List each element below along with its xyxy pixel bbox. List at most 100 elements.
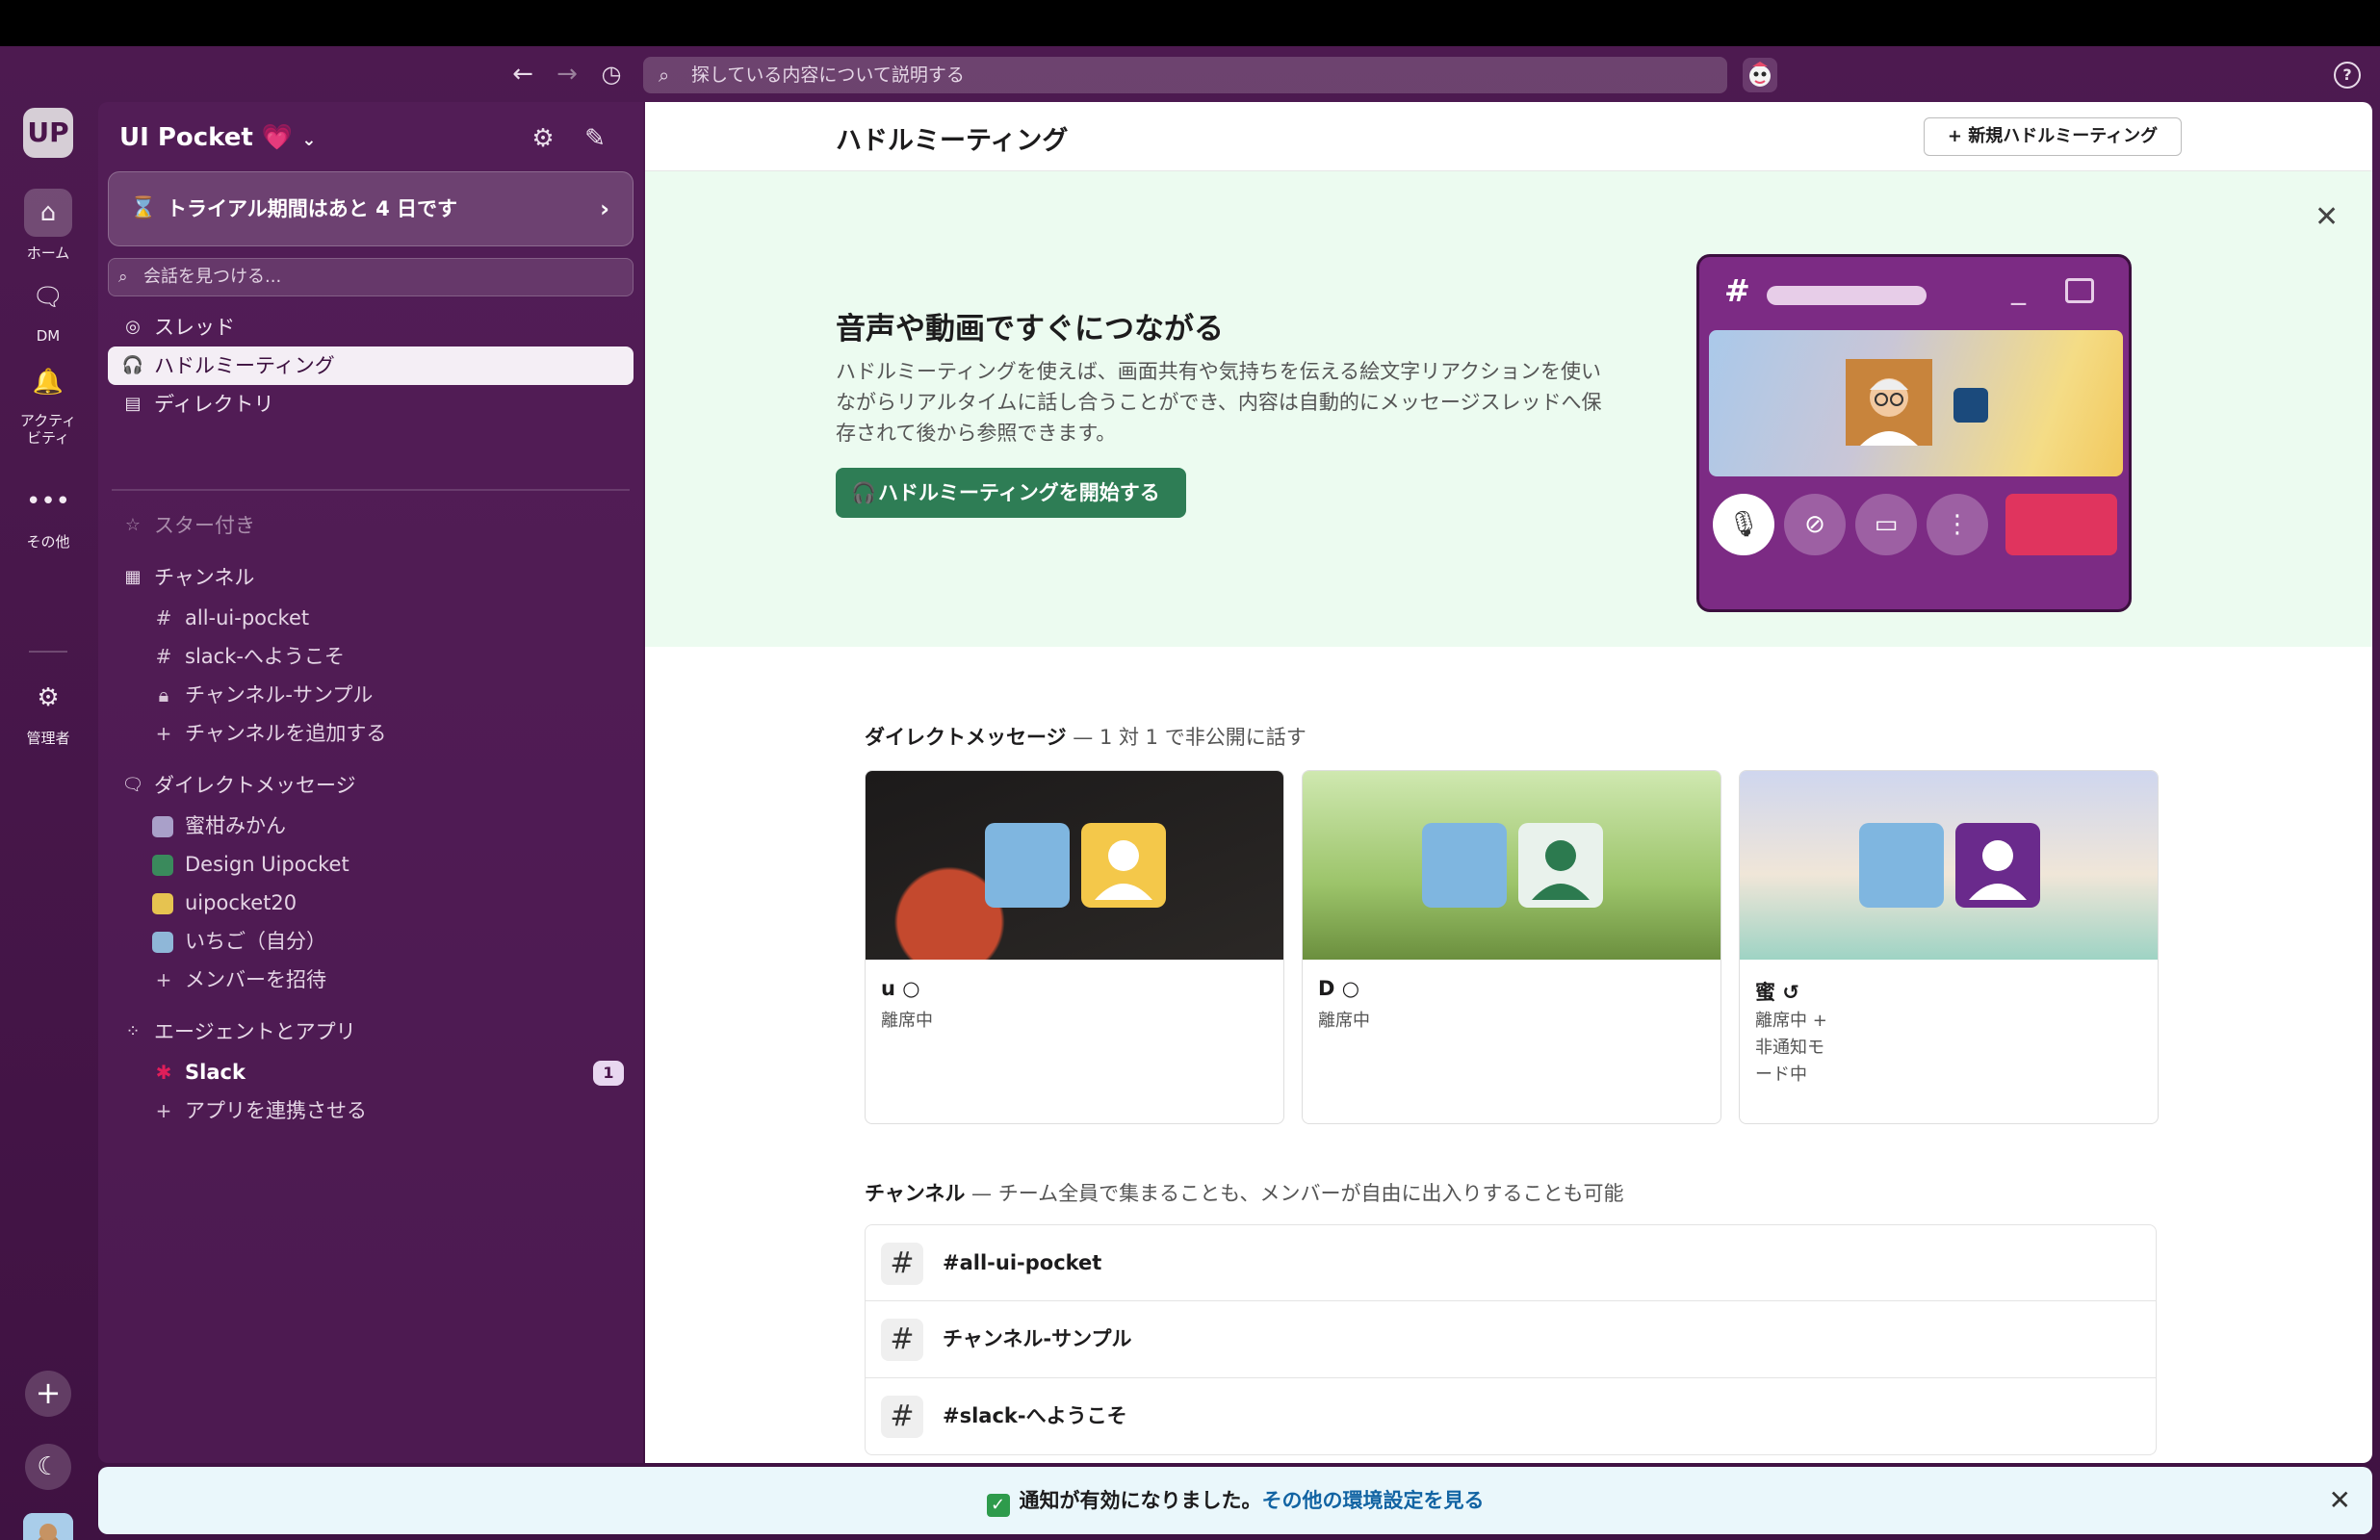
new-huddle-button[interactable]: + 新規ハドルミーティング <box>1924 117 2182 156</box>
dm-header-label: ダイレクトメッセージ <box>154 774 356 797</box>
sidebar: UI Pocket 💗 ⌄ ⚙ ✎ ⌛ トライアル期間はあと 4 日です › ⌕… <box>98 102 643 1463</box>
search-icon: ⌕ <box>659 64 670 87</box>
find-icon: ⌕ <box>118 268 128 287</box>
main-panel: ハドルミーティング + 新規ハドルミーティング ✕ 音声や動画ですぐにつながる … <box>645 102 2372 1463</box>
illustration-title-bar <box>1767 286 1927 305</box>
channel-item[interactable]: # slack-へようこそ <box>108 639 634 674</box>
settings-icon[interactable]: ⚙ <box>526 121 560 156</box>
leave-button-illustration <box>2005 494 2117 555</box>
channel-row[interactable]: # #slack-へようこそ <box>865 1378 2157 1455</box>
huddle-illustration: # _ 🎙 ⊘ ▭ ⋮ <box>1696 254 2132 612</box>
start-huddle-button[interactable]: 🎧 ハドルミーティングを開始する <box>836 468 1186 518</box>
illustration-video <box>1709 330 2123 476</box>
close-icon[interactable]: ✕ <box>2329 1467 2351 1534</box>
dm-item[interactable]: いちご（自分） <box>108 924 634 959</box>
headphones-icon: 🎧 <box>851 481 877 504</box>
gear-icon: ⚙ <box>37 683 60 712</box>
assistant-avatar[interactable] <box>1743 58 1777 92</box>
rail-dm[interactable]: 🗨 DM <box>0 273 96 345</box>
dm-card[interactable]: u ○ 離席中 <box>865 770 1284 1124</box>
dm-section-heading: ダイレクトメッセージ — 1 対 1 で非公開に話す <box>865 722 1306 751</box>
card-status: 離席中 + 非通知モード中 <box>1755 1011 1827 1085</box>
dm-section-title: ダイレクトメッセージ <box>865 726 1067 749</box>
find-conversation-input[interactable]: ⌕ 会話を見つける... <box>108 258 634 296</box>
channel-row[interactable]: # #all-ui-pocket <box>865 1224 2157 1301</box>
card-name: u ○ <box>881 977 920 1000</box>
connect-app-button[interactable]: + アプリを連携させる <box>108 1093 634 1128</box>
rail-admin[interactable]: ⚙ 管理者 <box>0 674 96 748</box>
unread-badge: 1 <box>593 1061 624 1086</box>
camera-off-icon: ⊘ <box>1784 494 1846 555</box>
rail-dm-label: DM <box>36 327 61 345</box>
workspace-avatar[interactable]: UP <box>23 108 73 158</box>
dm-section-subtitle: — 1 対 1 で非公開に話す <box>1066 726 1306 749</box>
home-icon: ⌂ <box>24 189 72 237</box>
app-item-slack[interactable]: ✱ Slack 1 <box>108 1055 634 1090</box>
app-label: Slack <box>185 1061 246 1084</box>
channels-section[interactable]: ▦ チャンネル <box>108 560 634 595</box>
dm-card[interactable]: D ○ 離席中 <box>1302 770 1721 1124</box>
rail-more[interactable]: ••• その他 <box>0 477 96 552</box>
sidebar-item-huddles[interactable]: 🎧 ハドルミーティング <box>108 346 634 385</box>
add-workspace-button[interactable]: + <box>25 1371 71 1417</box>
popout-icon <box>2065 278 2094 303</box>
directory-icon: ▤ <box>124 394 142 414</box>
dm-icon: 🗨 <box>32 283 65 312</box>
channel-item[interactable]: 🔒︎ チャンネル-サンプル <box>108 678 634 712</box>
top-bar: ← → ◷ ⌕ 探している内容について説明する ? <box>0 46 2380 102</box>
preferences-link[interactable]: その他の環境設定を見る <box>1262 1489 1485 1512</box>
hash-icon: # <box>881 1319 923 1361</box>
rail-activity[interactable]: 🔔 アクティビティ <box>0 358 96 447</box>
dm-section[interactable]: 🗨 ダイレクトメッセージ <box>108 768 634 803</box>
workspace-name[interactable]: UI Pocket 💗 ⌄ <box>119 123 316 152</box>
user-avatar[interactable] <box>23 1513 73 1540</box>
hash-icon: # <box>155 645 172 668</box>
sidebar-item-directory[interactable]: ▤ ディレクトリ <box>108 385 634 424</box>
dm-item[interactable]: uipocket20 <box>108 886 634 920</box>
channel-label: all-ui-pocket <box>185 606 310 629</box>
dm-item[interactable]: 蜜柑みかん <box>108 808 634 843</box>
dm-label: uipocket20 <box>185 891 298 914</box>
compose-icon[interactable]: ✎ <box>578 121 612 156</box>
star-icon: ☆ <box>124 515 142 535</box>
screen-top-bar <box>0 0 2380 46</box>
plus-icon: + <box>155 968 172 991</box>
hourglass-icon: ⌛ <box>130 196 157 220</box>
search-placeholder: 探している内容について説明する <box>691 64 965 86</box>
trial-banner[interactable]: ⌛ トライアル期間はあと 4 日です › <box>108 171 634 246</box>
invite-member-button[interactable]: + メンバーを招待 <box>108 962 634 997</box>
huddle-hero: ✕ 音声や動画ですぐにつながる ハドルミーティングを使えば、画面共有や気持ちを伝… <box>645 171 2372 647</box>
slack-app: ← → ◷ ⌕ 探している内容について説明する ? UP ⌂ ホーム 🗨 DM … <box>0 46 2380 1540</box>
hero-body: ハドルミーティングを使えば、画面共有や気持ちを伝える絵文字リアクションを使いなが… <box>836 360 1602 445</box>
channels-header-label: チャンネル <box>154 566 255 589</box>
moon-icon[interactable]: ☾ <box>25 1444 71 1490</box>
bell-icon: 🔔 <box>32 368 65 397</box>
back-arrow-icon[interactable]: ← <box>508 60 537 89</box>
participant-thumb <box>1953 388 1988 423</box>
avatar <box>1955 823 2040 908</box>
starred-section[interactable]: ☆ スター付き <box>108 508 634 543</box>
workspace-rail: UP ⌂ ホーム 🗨 DM 🔔 アクティビティ ••• その他 ⚙ 管理者 + … <box>0 102 96 1540</box>
connect-app-label: アプリを連携させる <box>185 1099 367 1122</box>
dm-item[interactable]: Design Uipocket <box>108 847 634 882</box>
history-icon[interactable]: ◷ <box>597 60 626 89</box>
chevron-down-icon: ⌄ <box>301 130 317 150</box>
channel-item[interactable]: # all-ui-pocket <box>108 601 634 635</box>
dm-card[interactable]: 蜜 ↺ 離席中 + 非通知モード中 <box>1739 770 2159 1124</box>
apps-section[interactable]: ⁘ エージェントとアプリ <box>108 1014 634 1049</box>
search-input[interactable]: ⌕ 探している内容について説明する <box>643 57 1727 93</box>
hash-icon: # <box>881 1243 923 1285</box>
forward-arrow-icon[interactable]: → <box>553 60 582 89</box>
page-header: ハドルミーティング + 新規ハドルミーティング <box>645 102 2372 171</box>
rail-home[interactable]: ⌂ ホーム <box>0 189 96 263</box>
channel-row[interactable]: # チャンネル-サンプル <box>865 1301 2157 1378</box>
sidebar-item-threads[interactable]: ◎ スレッド <box>108 308 634 346</box>
rail-more-label: その他 <box>26 533 70 551</box>
close-icon[interactable]: ✕ <box>2315 200 2339 234</box>
mic-icon: 🎙 <box>1713 494 1774 555</box>
rail-home-label: ホーム <box>26 244 70 262</box>
rail-activity-label: アクティビティ <box>19 412 77 447</box>
help-icon[interactable]: ? <box>2334 62 2361 89</box>
add-channel-button[interactable]: + チャンネルを追加する <box>108 716 634 751</box>
add-channel-label: チャンネルを追加する <box>185 722 387 745</box>
